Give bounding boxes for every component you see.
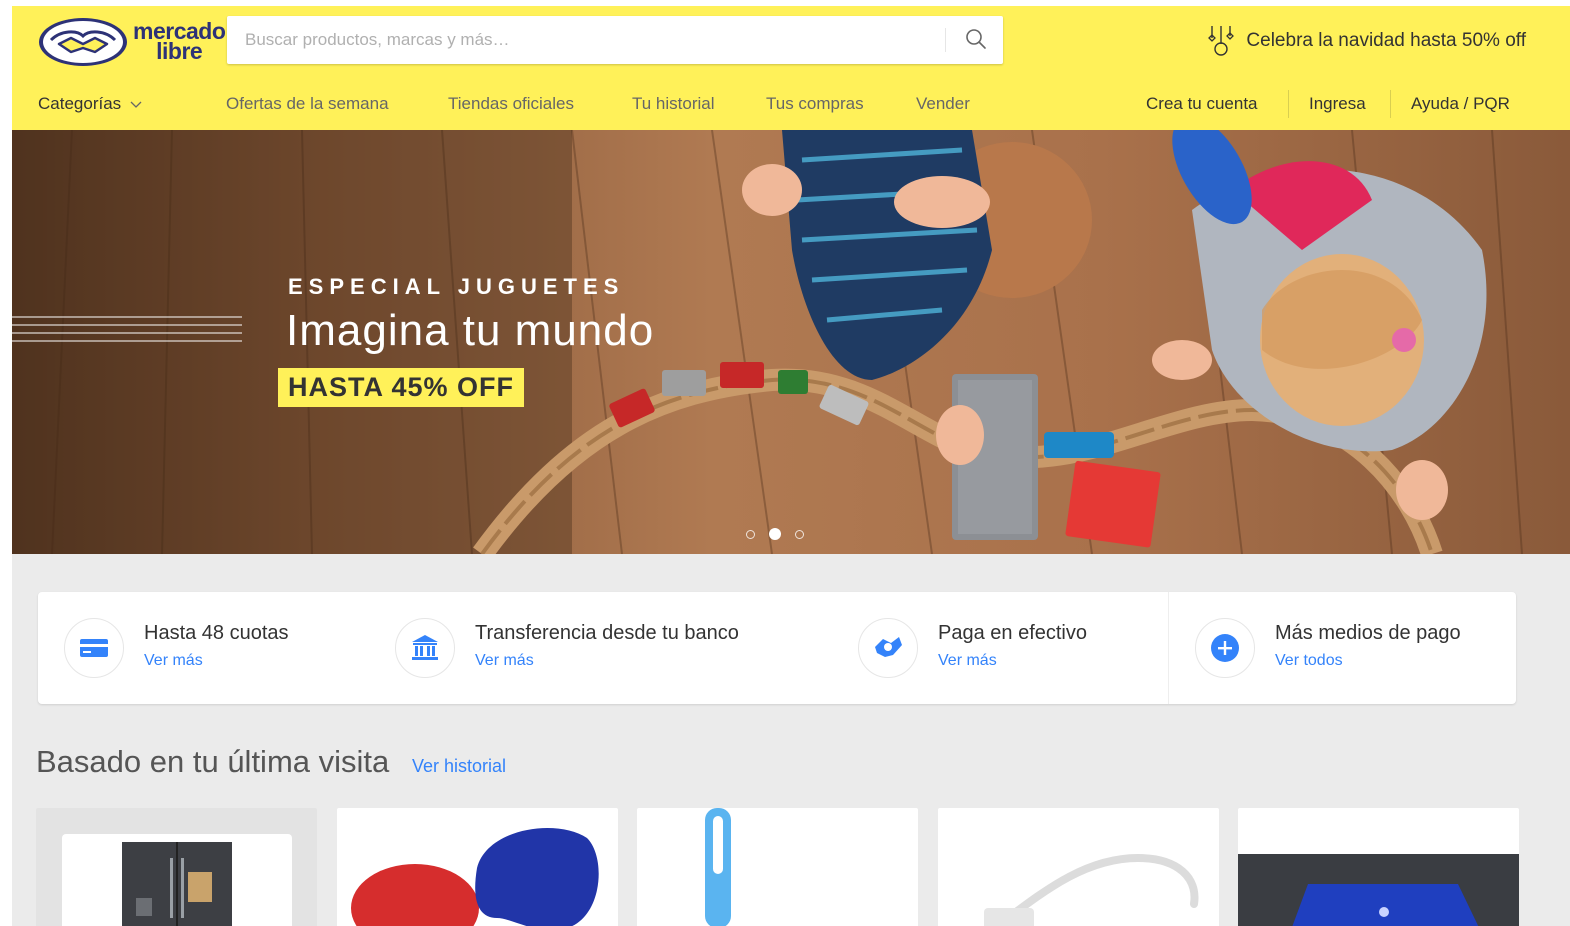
plus-circle-icon	[1211, 634, 1239, 662]
product-card-usb-adapter[interactable]	[938, 808, 1219, 926]
ornaments-icon	[1208, 26, 1235, 56]
search-button[interactable]	[947, 16, 1003, 64]
nav-separator	[1288, 90, 1289, 118]
view-history-link[interactable]: Ver historial	[412, 756, 506, 777]
payment-icon-circle	[858, 618, 918, 678]
search-icon	[966, 29, 986, 49]
payment-link[interactable]: Ver todos	[1275, 652, 1343, 670]
nav-bar: Categorías Ofertas de la semana Tiendas …	[12, 90, 1570, 120]
nav-ofertas[interactable]: Ofertas de la semana	[226, 94, 389, 114]
header: mercado libre Celebra la navidad has	[12, 6, 1570, 130]
banner-headline: Imagina tu mundo	[286, 306, 655, 355]
page: mercado libre Celebra la navidad has	[12, 6, 1570, 926]
nav-tus-compras[interactable]: Tus compras	[766, 94, 864, 114]
payment-title: Paga en efectivo	[938, 622, 1087, 644]
chevron-down-icon	[130, 101, 142, 108]
payment-title: Transferencia desde tu banco	[475, 622, 739, 644]
payment-icon-circle	[64, 618, 124, 678]
credit-card-icon	[80, 639, 108, 657]
product-card-refrigerator[interactable]	[36, 808, 317, 926]
bank-icon	[412, 635, 438, 660]
payment-methods-bar: Hasta 48 cuotas Ver más Transferencia de…	[38, 592, 1516, 704]
nav-tu-historial[interactable]: Tu historial	[632, 94, 715, 114]
product-card-laptop-case[interactable]	[1238, 808, 1519, 926]
search-divider	[945, 28, 946, 52]
carousel-dot[interactable]	[795, 529, 804, 539]
logo-text: mercado libre	[133, 18, 226, 64]
payment-divider	[1168, 592, 1169, 704]
payment-link[interactable]: Ver más	[938, 652, 997, 670]
hero-image	[12, 130, 1523, 554]
payment-installments[interactable]: Hasta 48 cuotas Ver más	[64, 592, 394, 704]
carousel-dot[interactable]	[746, 529, 755, 539]
product-image-laptop-case	[1238, 854, 1519, 926]
carousel-dot-active[interactable]	[769, 528, 781, 540]
payment-title: Más medios de pago	[1275, 622, 1461, 644]
categories-menu[interactable]: Categorías	[38, 94, 142, 114]
product-card-mouse-pads[interactable]	[337, 808, 618, 926]
carousel-dots	[746, 528, 804, 540]
banner-eyebrow: ESPECIAL JUGUETES	[288, 274, 625, 299]
banner-discount-badge: HASTA 45% OFF	[278, 368, 525, 407]
nav-separator	[1390, 90, 1391, 118]
search-input[interactable]	[227, 16, 955, 64]
product-image-refrigerator	[62, 834, 292, 926]
help-link[interactable]: Ayuda / PQR	[1411, 94, 1510, 114]
payment-title: Hasta 48 cuotas	[144, 622, 289, 644]
payment-link[interactable]: Ver más	[475, 652, 534, 670]
payment-icon-circle	[1195, 618, 1255, 678]
promo-text: Celebra la navidad hasta 50% off	[1246, 30, 1526, 51]
product-image-mouse-pads	[351, 828, 599, 926]
product-image-usb-adapter	[984, 853, 1199, 926]
login-link[interactable]: Ingresa	[1309, 94, 1366, 114]
search-bar	[227, 16, 1003, 64]
payment-link[interactable]: Ver más	[144, 652, 203, 670]
create-account-link[interactable]: Crea tu cuenta	[1146, 94, 1258, 114]
nav-vender[interactable]: Vender	[916, 94, 970, 114]
section-title: Basado en tu última visita	[36, 744, 390, 779]
categories-label: Categorías	[38, 94, 122, 113]
product-card-usb-light[interactable]	[637, 808, 918, 926]
cash-payment-icon	[875, 637, 902, 657]
payment-icon-circle	[395, 618, 455, 678]
product-image-usb-light	[705, 808, 731, 926]
nav-tiendas-oficiales[interactable]: Tiendas oficiales	[448, 94, 574, 114]
mercadolibre-logo[interactable]: mercado libre	[37, 16, 226, 68]
payment-cash[interactable]: Paga en efectivo Ver más	[858, 592, 1158, 704]
payment-more-methods[interactable]: Más medios de pago Ver todos	[1195, 592, 1505, 704]
payment-bank-transfer[interactable]: Transferencia desde tu banco Ver más	[395, 592, 855, 704]
hero-banner[interactable]: ESPECIAL JUGUETES Imagina tu mundo HASTA…	[12, 130, 1570, 554]
handshake-logo-icon	[39, 18, 127, 66]
promo-banner[interactable]: Celebra la navidad hasta 50% off	[1206, 24, 1526, 58]
